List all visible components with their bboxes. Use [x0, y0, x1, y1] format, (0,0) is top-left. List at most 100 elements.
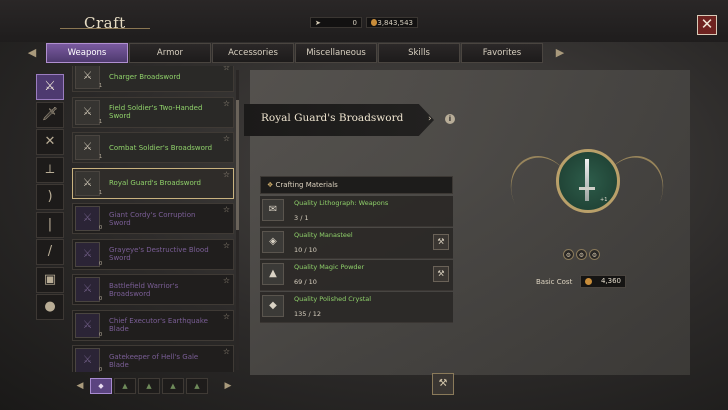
material-quantity: 3 / 1 — [294, 214, 309, 222]
bow-icon[interactable]: ) — [36, 184, 64, 210]
item-count: 0 — [99, 331, 103, 338]
material-quantity: 10 / 10 — [294, 246, 317, 254]
favorite-star-icon[interactable]: ☆ — [223, 134, 230, 143]
material-name: Quality Polished Crystal — [294, 295, 372, 303]
powder-icon[interactable]: ▲ — [262, 263, 284, 285]
tab-next-arrow-icon[interactable]: ▶ — [552, 45, 568, 61]
crossed-blades-icon[interactable]: ✕ — [36, 129, 64, 155]
item-count: 0 — [99, 296, 103, 302]
material-name: Quality Lithograph: Weapons — [294, 199, 389, 207]
tab-armor[interactable]: Armor — [129, 43, 211, 63]
x-icon: ✕ — [700, 15, 714, 33]
recipe-list-item[interactable]: ⚔ 0 Battlefield Warrior's Broadsword ☆ — [72, 274, 234, 305]
grade-filter-tabs: ◀ ◆ ▲ ▲ ▲ ▲ ▶ — [72, 378, 236, 396]
craft-material-button[interactable]: ⚒ — [433, 266, 449, 282]
stat-icon-3[interactable]: ⚙ — [589, 249, 600, 260]
sword-icon: ⚔ — [75, 170, 100, 196]
gold-coin-icon — [585, 278, 592, 285]
recipe-list-item[interactable]: ⚔ 1 Field Soldier's Two-Handed Sword ☆ — [72, 96, 234, 128]
recipe-item-name: Chief Executor's Earthquake Blade — [109, 317, 208, 333]
favorite-star-icon[interactable]: ☆ — [223, 170, 230, 179]
grade-tab-5[interactable]: ▲ — [186, 378, 208, 394]
material-row: ◈ Quality Manasteel 10 / 10 ⚒ — [260, 228, 453, 259]
currency-1-value: 0 — [352, 18, 357, 27]
pouch-icon[interactable]: ● — [36, 294, 64, 320]
sword-icon: ⚔ — [75, 66, 100, 89]
tab-accessories[interactable]: Accessories — [212, 43, 294, 63]
arrow-currency-icon: ➤ — [315, 18, 321, 27]
currency-counter-2: 3,843,543 — [366, 17, 418, 28]
stat-icon-2[interactable]: ⚙ — [576, 249, 587, 260]
sword-icon: ⚔ — [75, 241, 100, 267]
material-row: ◆ Quality Polished Crystal 135 / 12 — [260, 292, 453, 323]
recipe-list-scrollbar[interactable] — [236, 70, 239, 370]
basic-cost-value-box: 4,360 — [580, 275, 626, 288]
favorite-star-icon[interactable]: ☆ — [223, 99, 230, 108]
materials-header: ❖ Crafting Materials — [260, 176, 453, 194]
craft-material-button[interactable]: ⚒ — [433, 234, 449, 250]
item-count: 0 — [99, 225, 103, 231]
material-row: ▲ Quality Magic Powder 69 / 10 ⚒ — [260, 260, 453, 291]
recipe-list-item[interactable]: ⚔ 1 Royal Guard's Broadsword ☆ — [72, 167, 234, 199]
tab-favorites[interactable]: Favorites — [461, 43, 543, 63]
page-title: Craft — [84, 14, 126, 32]
chest-icon[interactable]: ▣ — [36, 266, 64, 293]
close-button[interactable]: ✕ — [697, 15, 717, 35]
item-count: 1 — [99, 83, 103, 89]
recipe-list-item[interactable]: ⚔ 0 Giant Cordy's Corruption Sword ☆ — [72, 203, 234, 234]
crystal-icon[interactable]: ◆ — [262, 295, 284, 317]
scrollbar-thumb[interactable] — [236, 100, 239, 230]
recipe-list-item[interactable]: ⚔ 0 Grayeye's Destructive Blood Sword ☆ — [72, 238, 234, 270]
item-count: 0 — [99, 367, 103, 372]
grade-tab-2[interactable]: ▲ — [114, 378, 136, 394]
ore-icon[interactable]: ◈ — [262, 231, 284, 253]
anvil-icon: ⚒ — [438, 378, 448, 389]
item-count: 1 — [99, 118, 103, 125]
dagger-icon[interactable]: 🗡 — [36, 101, 64, 128]
sword-icon: ⚔ — [75, 348, 100, 372]
favorite-star-icon[interactable]: ☆ — [223, 241, 230, 250]
category-tab-bar: ◀ Weapons Armor Accessories Miscellaneous Sk… — [20, 42, 570, 64]
staff-icon[interactable]: | — [36, 211, 64, 238]
material-name: Quality Manasteel — [294, 231, 353, 239]
tab-skills[interactable]: Skills — [378, 43, 460, 63]
sword-guard — [579, 187, 595, 190]
tab-weapons[interactable]: Weapons — [46, 43, 128, 63]
title-ornament — [60, 28, 150, 29]
recipe-item-name: Grayeye's Destructive Blood Sword — [109, 246, 209, 262]
sword-icon[interactable]: ⚔ — [36, 74, 64, 100]
tab-miscellaneous[interactable]: Miscellaneous — [295, 43, 377, 63]
currency-counter-1: ➤ 0 — [310, 17, 362, 28]
scroll-icon[interactable]: ✉ — [262, 199, 284, 221]
grade-tab-4[interactable]: ▲ — [162, 378, 184, 394]
wand-icon[interactable]: / — [36, 239, 64, 265]
recipe-list-item[interactable]: ⚔ 0 Gatekeeper of Hell's Gale Blade ☆ — [72, 345, 234, 372]
info-icon[interactable]: i — [445, 114, 455, 124]
grade-prev-arrow-icon[interactable]: ◀ — [74, 380, 86, 392]
material-row: ✉ Quality Lithograph: Weapons 3 / 1 — [260, 196, 453, 227]
grade-next-arrow-icon[interactable]: ▶ — [222, 380, 234, 392]
recipe-list-item[interactable]: ⚔ 0 Chief Executor's Earthquake Blade ☆ — [72, 309, 234, 341]
grade-tab-3[interactable]: ▲ — [138, 378, 160, 394]
basic-cost-value: 4,360 — [600, 277, 621, 285]
favorite-star-icon[interactable]: ☆ — [223, 205, 230, 214]
recipe-item-name: Giant Cordy's Corruption Sword — [109, 210, 196, 227]
broadsword-icon — [585, 159, 589, 201]
recipe-list-item[interactable]: ⚔ 1 Charger Broadsword ☆ — [72, 66, 234, 92]
grade-tab-1[interactable]: ◆ — [90, 378, 112, 394]
recipe-list-item[interactable]: ⚔ 1 Combat Soldier's Broadsword ☆ — [72, 132, 234, 163]
favorite-star-icon[interactable]: ☆ — [223, 312, 230, 321]
recipe-list: ⚔ 1 Charger Broadsword ☆ ⚔ 1 Field Soldier's T… — [72, 66, 234, 372]
favorite-star-icon[interactable]: ☆ — [223, 347, 230, 356]
enhance-level: +1 — [600, 197, 608, 203]
item-emblem: +1 ⚙ ⚙ ⚙ — [499, 135, 675, 265]
sword-icon: ⚔ — [75, 135, 100, 160]
crossbow-icon[interactable]: ⟂ — [36, 156, 64, 183]
favorite-star-icon[interactable]: ☆ — [223, 66, 230, 72]
diamond-icon: ❖ — [267, 181, 276, 189]
tab-prev-arrow-icon[interactable]: ◀ — [24, 45, 40, 61]
favorite-star-icon[interactable]: ☆ — [223, 276, 230, 285]
recipe-item-name: Field Soldier's Two-Handed Sword — [109, 104, 203, 120]
craft-button[interactable]: ⚒ — [432, 373, 454, 395]
stat-icon-1[interactable]: ⚙ — [563, 249, 574, 260]
